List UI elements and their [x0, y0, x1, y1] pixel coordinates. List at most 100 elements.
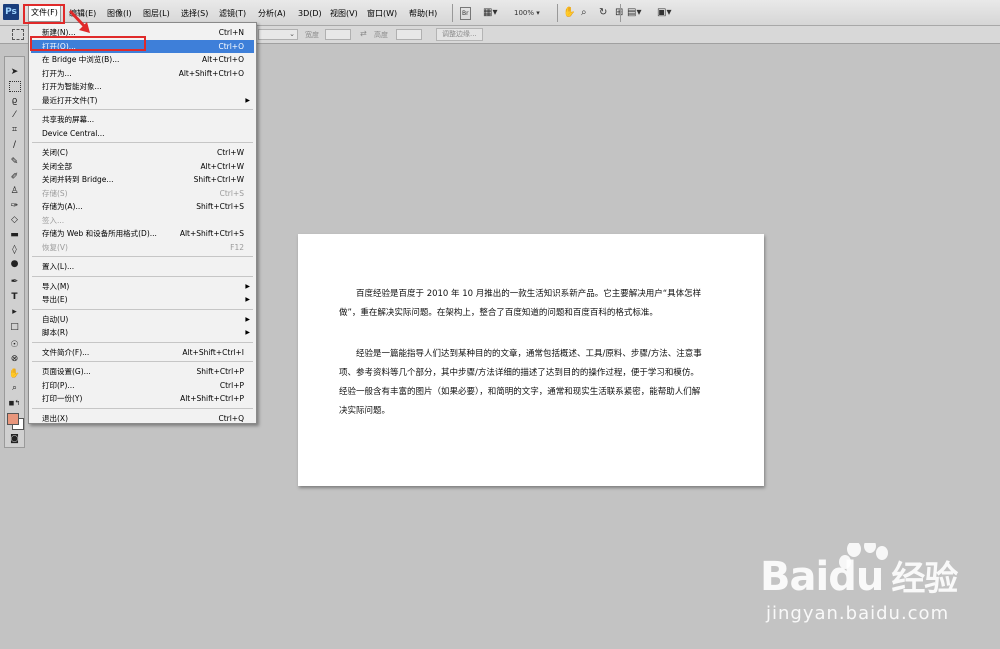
swap-icon[interactable]: ⇄ [360, 29, 367, 38]
menu-filter[interactable]: 滤镜(T) [219, 6, 246, 21]
menu-item-label: 存储(S) [42, 188, 68, 198]
menu-item[interactable]: 关闭(C) Ctrl+W [31, 146, 254, 159]
menu-item[interactable]: 脚本(R) ▶ [31, 326, 254, 339]
menu-item[interactable]: 最近打开文件(T) ▶ [31, 94, 254, 107]
menu-item[interactable]: 退出(X) Ctrl+Q [31, 412, 254, 425]
move-tool-icon[interactable]: ➤ [7, 66, 22, 78]
screen-mode-icon[interactable]: ▣▾ [657, 6, 671, 20]
quick-select-tool-icon[interactable]: ⁄ [7, 109, 22, 121]
menu-item-label: 退出(X) [42, 413, 68, 423]
quick-mask-icon[interactable]: ◙ [7, 433, 22, 445]
menu-item[interactable]: 存储为(A)... Shift+Ctrl+S [31, 200, 254, 213]
menu-window[interactable]: 窗口(W) [367, 6, 397, 21]
marquee-tool-icon[interactable] [9, 81, 21, 92]
menu-item-label: 存储为 Web 和设备所用格式(D)... [42, 229, 157, 238]
menu-item: 签入... [31, 214, 254, 227]
menu-3d[interactable]: 3D(D) [298, 6, 322, 21]
bridge-icon[interactable]: Br [460, 7, 471, 20]
menu-item[interactable]: 在 Bridge 中浏览(B)... Alt+Ctrl+O [31, 53, 254, 66]
path-selection-tool-icon[interactable]: ▸ [7, 306, 22, 318]
menu-item[interactable]: 打开为智能对象... [31, 80, 254, 93]
menu-item: 恢复(V) F12 [31, 241, 254, 254]
menu-item[interactable]: 关闭并转到 Bridge... Shift+Ctrl+W [31, 173, 254, 186]
annotation-highlight-open-item [30, 36, 146, 51]
menu-separator [32, 308, 253, 310]
menu-image[interactable]: 图像(I) [107, 6, 132, 21]
annotation-arrow-icon [68, 9, 90, 33]
annotation-highlight-file-menu [23, 4, 65, 24]
menu-item-shortcut: Ctrl+N [218, 28, 244, 37]
menu-analysis[interactable]: 分析(A) [258, 6, 286, 21]
document-canvas[interactable]: 百度经验是百度于 2010 年 10 月推出的一款生活知识系新产品。它主要解决用… [298, 234, 764, 486]
menu-item-shortcut: F12 [230, 242, 244, 252]
zoom-level-select[interactable]: 100% ▾ [514, 6, 540, 20]
menu-item-label: 在 Bridge 中浏览(B)... [42, 55, 120, 64]
arrange-documents-icon[interactable]: ▤▾ [627, 6, 641, 20]
menu-item-shortcut: Alt+Shift+Ctrl+P [180, 394, 244, 403]
marquee-preset-icon[interactable] [12, 29, 24, 40]
width-input[interactable] [325, 29, 351, 40]
pen-tool-icon[interactable]: ✒ [7, 276, 22, 288]
menu-item-label: 页面设置(G)... [42, 367, 91, 376]
menu-item[interactable]: 关闭全部 Alt+Ctrl+W [31, 160, 254, 173]
type-tool-icon[interactable]: T [7, 291, 22, 303]
rotate-view-icon[interactable]: ↻ [599, 6, 607, 20]
menu-item[interactable]: 导出(E) ▶ [31, 293, 254, 306]
height-input[interactable] [396, 29, 422, 40]
view-extras-icon[interactable]: ▦▾ [483, 6, 497, 20]
zoom-tool-icon[interactable]: ⌕ [581, 6, 587, 20]
file-menu-dropdown: 新建(N)... Ctrl+N 打开(O)... Ctrl+O 在 Bridge 中浏览… [28, 22, 257, 424]
submenu-arrow-icon: ▶ [245, 315, 250, 323]
crop-tool-icon[interactable]: ⌗ [7, 124, 22, 136]
brush-tool-icon[interactable]: ✐ [7, 171, 22, 183]
menu-view[interactable]: 视图(V) [330, 6, 358, 21]
menu-item[interactable]: 自动(U) ▶ [31, 313, 254, 326]
dodge-tool-icon[interactable]: ● [7, 258, 22, 270]
hand-tool-icon[interactable]: ✋ [7, 368, 22, 380]
refine-edge-button[interactable]: 调整边缘... [436, 28, 483, 41]
style-select[interactable]: ⌄ [258, 29, 298, 40]
menu-item-shortcut: Alt+Shift+Ctrl+O [178, 68, 244, 78]
height-label: 高度 [374, 31, 388, 39]
clone-stamp-tool-icon[interactable]: ♙ [7, 185, 22, 197]
shape-tool-icon[interactable]: □ [7, 321, 22, 333]
blur-tool-icon[interactable]: ◊ [7, 244, 22, 256]
menu-item[interactable]: 打印(P)... Ctrl+P [31, 379, 254, 392]
menu-separator [32, 341, 253, 343]
menu-item[interactable]: 页面设置(G)... Shift+Ctrl+P [31, 365, 254, 378]
healing-brush-tool-icon[interactable]: ✎ [7, 156, 22, 168]
menu-item-label: 文件简介(F)... [42, 347, 90, 357]
eraser-tool-icon[interactable]: ◇ [7, 214, 22, 226]
menu-item[interactable]: 存储为 Web 和设备所用格式(D)... Alt+Shift+Ctrl+S [31, 227, 254, 240]
3d-orbit-tool-icon[interactable]: ⊗ [7, 353, 22, 365]
toolbar-separator [452, 4, 453, 22]
eyedropper-tool-icon[interactable]: ∕ [7, 139, 22, 151]
baidu-jingyan-watermark: Baidu 经验 jingyan.baidu.com [758, 543, 998, 633]
menu-item[interactable]: 打开为... Alt+Shift+Ctrl+O [31, 67, 254, 80]
menu-item[interactable]: Device Central... [31, 127, 254, 140]
menu-item-shortcut: Ctrl+W [216, 148, 244, 157]
menu-item[interactable]: 置入(L)... [31, 260, 254, 273]
gradient-tool-icon[interactable]: ▬ [7, 229, 22, 241]
watermark-url: jingyan.baidu.com [766, 603, 950, 624]
menu-item-shortcut: Alt+Shift+Ctrl+S [179, 229, 244, 238]
menu-item[interactable]: 文件简介(F)... Alt+Shift+Ctrl+I [31, 346, 254, 359]
menu-item-label: 导入(M) [42, 281, 70, 291]
submenu-arrow-icon: ▶ [245, 96, 250, 104]
3d-rotate-tool-icon[interactable]: ☉ [7, 339, 22, 351]
watermark-product: 经验 [891, 559, 958, 599]
toolbar-separator [620, 4, 621, 22]
hand-tool-icon[interactable]: ✋ [563, 6, 575, 20]
default-colors-icon[interactable]: ◼↰ [7, 397, 22, 409]
menu-item[interactable]: 共享我的屏幕... [31, 113, 254, 126]
menu-item[interactable]: 打印一份(Y) Alt+Shift+Ctrl+P [31, 392, 254, 405]
menu-separator [32, 142, 253, 143]
menu-item[interactable]: 导入(M) ▶ [31, 280, 254, 293]
history-brush-tool-icon[interactable]: ✑ [7, 200, 22, 212]
menu-select[interactable]: 选择(S) [181, 6, 208, 21]
lasso-tool-icon[interactable]: ϱ [7, 95, 22, 107]
zoom-tool-icon[interactable]: ⌕ [7, 382, 22, 394]
menu-help[interactable]: 帮助(H) [409, 6, 437, 21]
foreground-color-swatch[interactable] [7, 413, 19, 425]
menu-layer[interactable]: 图层(L) [143, 6, 170, 21]
